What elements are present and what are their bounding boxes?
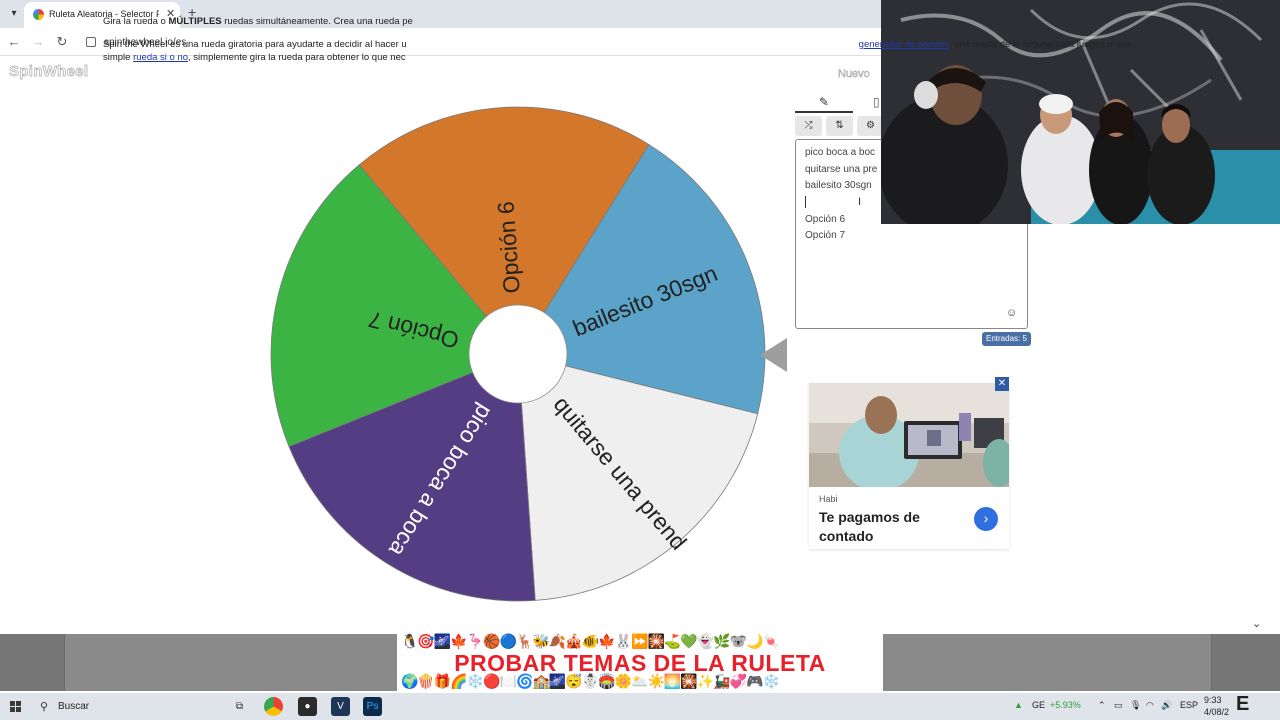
windows-start-icon[interactable] (10, 701, 21, 712)
sort-icon[interactable]: ⇅ (826, 116, 853, 136)
back-icon[interactable]: ← (6, 34, 22, 49)
editor-tabs: ✎ ▯ (795, 91, 885, 115)
entries-count-badge: Entradas: 5 (982, 332, 1031, 346)
settings-gear-icon[interactable]: ⚙ (857, 116, 884, 136)
ad-chevron-right-icon[interactable]: › (974, 507, 998, 531)
new-button[interactable]: Nuevo (838, 68, 870, 81)
taskbar-search[interactable]: ⚲ Buscar (34, 696, 214, 717)
ad-image (809, 383, 1009, 487)
webcam-overlay (881, 0, 1280, 224)
results-tab-icon[interactable]: ▯ (873, 95, 880, 109)
clock-date[interactable]: 4/08/2 (1204, 707, 1229, 717)
photoshop-icon[interactable]: Ps (363, 697, 382, 716)
ad-sponsor: Habi (819, 494, 838, 504)
reload-icon[interactable]: ↻ (54, 34, 70, 50)
site-info-icon[interactable] (86, 37, 96, 47)
search-icon: ⚲ (40, 701, 49, 713)
shuffle-icon[interactable]: ⤮ (795, 116, 822, 136)
themes-banner[interactable]: 🐧🎯🌌🍁🦩🏀🔵🦌🐝🍂🎪🐠🍁🐰⏩🎇⛳💚👻🌿🐨🌙🍬 PROBAR TEMAS DE … (397, 633, 883, 693)
streamer-logo-icon: E (1236, 693, 1250, 715)
yes-no-wheel-link[interactable]: rueda si o no (133, 52, 188, 63)
mouse-ibeam-icon: I (858, 196, 862, 208)
stock-change: +5.93% (1050, 700, 1081, 710)
text-cursor (805, 196, 806, 209)
chrome-icon[interactable] (264, 697, 283, 716)
wheel-pointer (760, 338, 787, 372)
site-favicon-icon (33, 9, 44, 20)
task-view-icon[interactable]: ⧉ (230, 697, 249, 716)
spin-wheel[interactable]: bailesito 30sgnquitarse una prendpico bo… (268, 104, 768, 604)
ad-card[interactable]: ✕ Habi Te pagamos de contado › (809, 377, 1009, 549)
obs-icon[interactable]: ● (298, 697, 317, 716)
language-indicator[interactable]: ESP (1180, 700, 1198, 710)
ad-close-icon[interactable]: ✕ (995, 377, 1009, 391)
vegas-icon[interactable]: V (331, 697, 350, 716)
raffle-generator-link[interactable]: generador de sorteos (859, 39, 949, 50)
stock-chart-icon: ▲ (1014, 700, 1023, 710)
wifi-icon[interactable]: ◠ (1146, 700, 1154, 711)
edit-tab-pencil-icon[interactable]: ✎ (795, 91, 853, 113)
wheel-hub[interactable] (468, 304, 568, 404)
volume-icon[interactable]: 🔊 (1161, 700, 1172, 711)
emoji-picker-icon[interactable]: ☺ (1006, 307, 1017, 319)
stock-name: GE (1032, 700, 1046, 710)
tab-list-chevron-icon[interactable]: ▾ (6, 6, 22, 22)
description-line-2: Spin the Wheel es una rueda giratoria pa… (103, 39, 1132, 63)
chevron-down-icon[interactable]: ⌄ (1252, 617, 1261, 630)
microphone-icon[interactable]: 🎙 (1130, 700, 1141, 711)
network-icon[interactable]: ▭ (1114, 700, 1123, 711)
webcam-image (881, 0, 1280, 224)
emoji-row-bottom: 🌍🍿🎁🌈❄️🔴🍽️🌀🏫🌌😴☃️🏟️🌼🌥️☀️🌅🎇✨🚂💞🎮❄️ (401, 673, 780, 689)
forward-icon[interactable]: → (30, 34, 46, 49)
ad-headline[interactable]: Te pagamos de contado (819, 508, 959, 546)
site-logo[interactable]: SpinWheel (9, 63, 89, 81)
tray-chevron-up-icon[interactable]: ⌃ (1098, 700, 1106, 711)
clock-time[interactable]: 9:33 (1204, 695, 1222, 705)
description-line-1: Gira la rueda o MÚLTIPLES ruedas simultá… (103, 16, 413, 27)
entry-line: Opción 7 (805, 230, 846, 242)
windows-taskbar: ⚲ Buscar ⧉ ● V Ps ▲ GE +5.93% ⌃ ▭ 🎙 ◠ 🔊 … (0, 693, 1280, 720)
emoji-row-top: 🐧🎯🌌🍁🦩🏀🔵🦌🐝🍂🎪🐠🍁🐰⏩🎇⛳💚👻🌿🐨🌙🍬 (401, 633, 780, 649)
search-placeholder: Buscar (58, 701, 90, 712)
